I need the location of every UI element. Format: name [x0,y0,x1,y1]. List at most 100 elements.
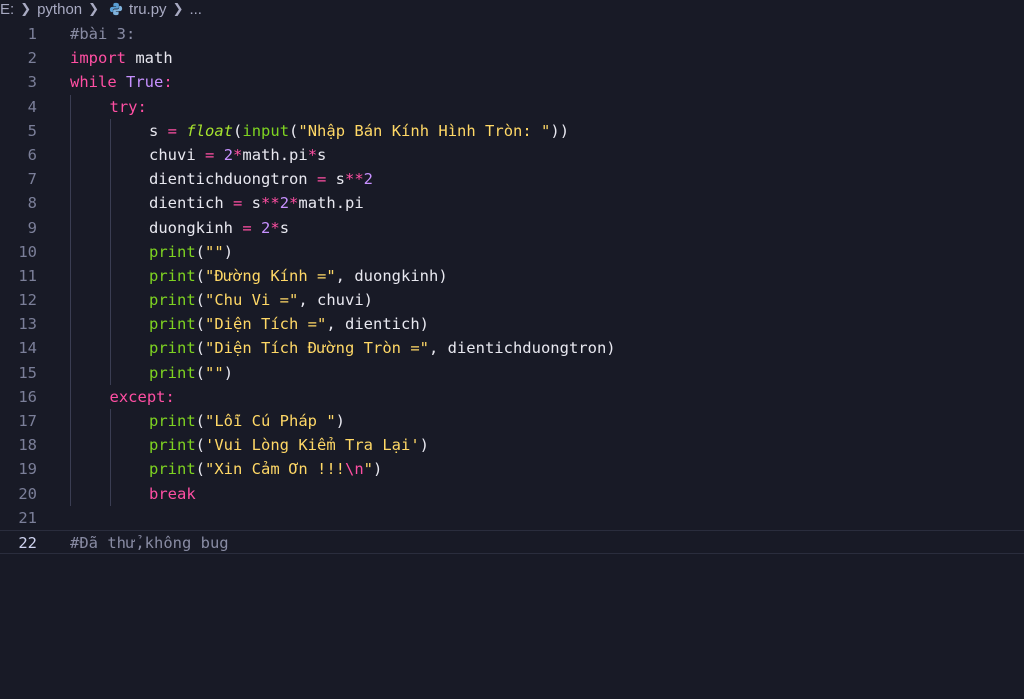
line-number: 6 [27,145,37,164]
breadcrumb-folder[interactable]: python [37,1,82,18]
code-line[interactable]: 13 print("Diện Tích =", dientich) [0,312,1024,337]
code-line[interactable]: 3 while True: [0,70,1024,94]
indent-guide [109,288,111,313]
code-token: math.pi [298,194,364,213]
code-line[interactable]: 15 print("") [0,360,1024,385]
indent-guide [109,360,111,385]
code-token: ( [195,363,206,382]
code-token: dientichduongtron [149,170,317,189]
code-token: ( [195,266,206,285]
code-line[interactable]: 14 print("Diện Tích Đường Tròn =", dienti… [0,336,1024,361]
line-number: 12 [18,291,37,310]
code-token: * [270,218,280,237]
indent-guide [109,481,111,506]
code-token: s [279,218,290,237]
code-line[interactable]: 11 print("Đường Kính =", duongkinh) [0,263,1024,289]
code-line[interactable]: 21 [0,506,1024,530]
code-line[interactable]: 7 dientichduongtron = s**2 [0,167,1024,192]
indent-guide [109,312,111,337]
code-line[interactable]: 16 except: [0,384,1024,409]
code-text: duongkinh = 2*s [149,216,289,240]
breadcrumb-more[interactable]: ... [189,1,202,18]
indent-guide [109,167,111,192]
indent-guide [70,94,71,119]
indent-guide [70,409,71,434]
code-line[interactable]: 8 dientich = s**2*math.pi [0,191,1024,216]
code-text: dientichduongtron = s**2 [149,167,373,191]
line-number: 22 [18,533,37,552]
code-line[interactable]: 17 print("Lỗi Cú Pháp ") [0,409,1024,434]
code-text: print("Diện Tích Đường Tròn =", dientich… [149,336,616,360]
code-token: dientich [149,194,233,213]
code-token: = [316,170,327,189]
line-number: 8 [27,194,37,213]
line-number: 15 [18,363,37,382]
indent-guide [70,239,71,264]
indent-guide [70,384,71,409]
code-text: print("Xin Cảm Ơn !!!\n") [149,457,382,481]
code-token: s [317,145,327,164]
line-number: 17 [18,412,37,430]
code-token: ( [289,121,299,140]
code-line[interactable]: 6 chuvi = 2*math.pi*s [0,142,1024,168]
indent-guide [109,215,111,240]
code-token: s [326,170,345,189]
code-text: except: [110,385,175,409]
indent-guide [109,263,111,289]
code-text: dientich = s**2*math.pi [149,191,364,215]
code-line[interactable]: 9 duongkinh = 2*s [0,215,1024,240]
code-text: print("Đường Kính =", duongkinh) [149,264,448,288]
code-token: ( [195,242,206,261]
code-token: break [149,484,196,503]
line-number: 1 [27,25,37,43]
code-line[interactable]: 5s = float(input("Nhập Bán Kính Hình Trò… [0,118,1024,143]
code-token: , dientichduongtron) [428,339,616,358]
code-line[interactable]: 10 print("") [0,239,1024,264]
code-token: ) [419,436,429,455]
code-token: print [149,291,196,310]
code-token: math.pi [242,145,308,164]
code-line[interactable]: 18 print('Vui Lòng Kiểm Tra Lại') [0,433,1024,458]
line-number: 5 [27,121,37,140]
code-token: ** [345,170,364,189]
line-number: 2 [27,49,37,68]
code-token: "" [205,242,224,261]
code-token: ( [195,412,206,430]
code-line[interactable]: 19 print("Xin Cảm Ơn !!!\n") [0,457,1024,482]
line-number: 10 [18,242,37,261]
code-token: : [165,387,175,406]
code-token: print [149,460,196,479]
code-token: math [126,49,173,68]
indent-guide [109,409,111,434]
code-token: ( [195,339,206,358]
code-token: = [233,194,243,213]
code-line[interactable]: 22 #Đã thử,không bug [0,529,1024,555]
code-text: print('Vui Lòng Kiểm Tra Lại') [149,433,429,457]
code-token: \n [345,460,364,479]
code-area[interactable]: 1 #bài 3: 2 import math 3 while True: 4 try: 5 s … [0,22,1024,555]
breadcrumb-drive[interactable]: E: [0,1,14,18]
code-line[interactable]: 12 print("Chu Vi =", chuvi) [0,288,1024,313]
code-line[interactable]: 20 break [0,481,1024,506]
breadcrumb-file[interactable]: tru.py [129,1,167,18]
code-text: print("Diện Tích =", dientich) [149,312,429,336]
code-token: , dientich) [326,315,429,334]
code-token: 'Vui Lòng Kiểm Tra Lại' [205,436,420,455]
code-token: "" [205,363,224,382]
code-token: True [126,73,164,92]
code-token: "Diện Tích =" [205,315,327,334]
indent-guide [109,142,111,168]
code-token: = [242,218,252,237]
code-text: s = float(input("Nhập Bán Kính Hình Tròn… [149,119,569,143]
code-line[interactable]: 1 #bài 3: [0,22,1024,46]
code-line[interactable]: 2 import math [0,46,1024,70]
line-number: 13 [18,315,37,334]
code-token: print [149,436,196,455]
indent-guide [70,288,71,313]
code-token: float [186,121,234,140]
code-editor[interactable]: E: ❯ python ❯ tru.py ❯ ... 1 #bài 3: 2 impo… [0,0,1024,699]
code-line[interactable]: 4 try: [0,94,1024,119]
